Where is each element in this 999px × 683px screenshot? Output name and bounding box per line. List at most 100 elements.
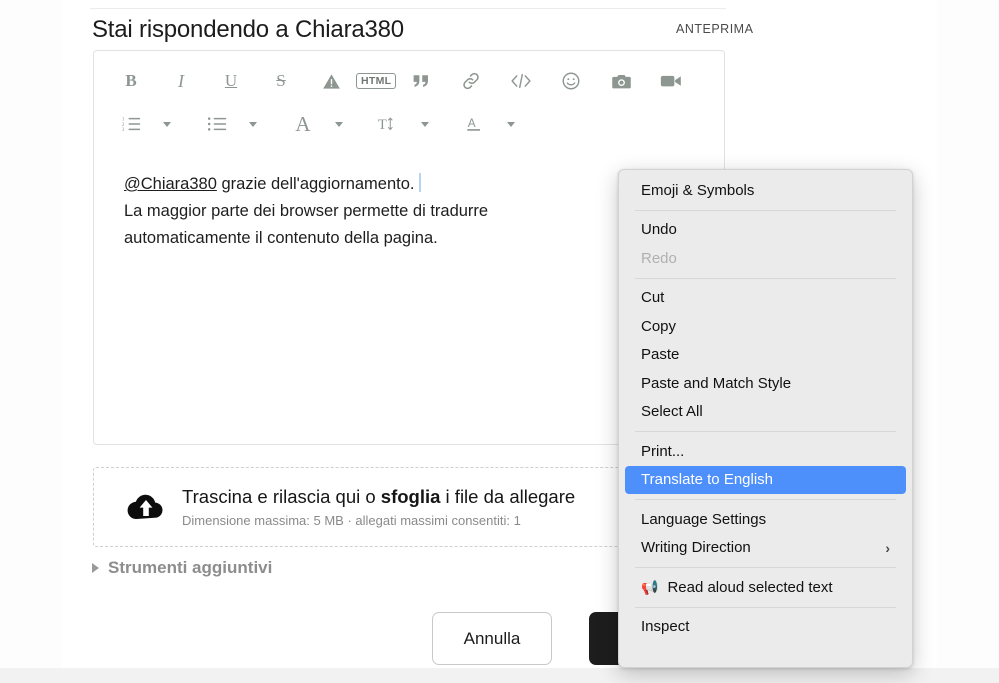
image-button[interactable] <box>596 64 646 98</box>
ctx-print-label: Print... <box>641 442 685 460</box>
quote-button[interactable] <box>396 64 446 98</box>
ctx-redo-label: Redo <box>641 249 677 267</box>
ctx-select-all[interactable]: Select All <box>625 398 906 427</box>
additional-tools-toggle[interactable]: Strumenti aggiuntivi <box>92 558 272 578</box>
bullet-list-group <box>192 107 264 141</box>
ctx-read-aloud-label: Read aloud selected text <box>667 578 833 596</box>
additional-tools-label: Strumenti aggiuntivi <box>108 558 273 577</box>
strikethrough-button[interactable]: S <box>256 64 306 98</box>
header-divider <box>90 8 726 9</box>
bullet-list-dropdown[interactable] <box>242 107 264 141</box>
underline-button[interactable]: U <box>206 64 256 98</box>
ctx-redo: Redo <box>625 244 906 273</box>
editor-line-3: automaticamente il contenuto della pagin… <box>124 229 438 247</box>
cancel-button[interactable]: Annulla <box>432 612 552 665</box>
format-toolbar-row-2: 123 A T A <box>94 104 724 144</box>
font-size-group: T <box>364 107 436 141</box>
page-title: Stai rispondendo a Chiara380 <box>92 16 404 43</box>
ctx-print[interactable]: Print... <box>625 437 906 466</box>
ordered-list-button[interactable]: 123 <box>106 107 156 141</box>
editor-line-1-rest: grazie dell'aggiornamento. <box>216 175 415 193</box>
video-camera-icon <box>661 75 682 87</box>
font-letter-a-icon: A <box>295 111 311 136</box>
editor-line-1: @Chiara380 grazie dell'aggiornamento. <box>124 171 696 198</box>
bold-button[interactable]: B <box>106 64 156 98</box>
preview-link[interactable]: ANTEPRIMA <box>676 22 753 36</box>
font-size-button[interactable]: T <box>364 107 414 141</box>
ctx-translate[interactable]: Translate to English <box>625 465 906 494</box>
megaphone-icon: 📢 <box>641 579 659 596</box>
context-menu-separator <box>635 606 896 608</box>
font-family-dropdown[interactable] <box>328 107 350 141</box>
font-color-button[interactable]: A <box>450 107 500 141</box>
ctx-undo[interactable]: Undo <box>625 216 906 245</box>
chevron-down-icon <box>249 121 257 127</box>
code-icon <box>511 73 531 89</box>
ctx-inspect[interactable]: Inspect <box>625 613 906 642</box>
page-bottom-band <box>0 668 999 683</box>
reply-textarea[interactable]: @Chiara380 grazie dell'aggiornamento. La… <box>124 171 696 252</box>
cloud-upload-icon <box>127 494 163 520</box>
spoiler-button[interactable] <box>306 64 356 98</box>
dropzone-title-post: i file da allegare <box>440 486 576 507</box>
code-button[interactable] <box>496 64 546 98</box>
svg-text:2: 2 <box>122 123 125 128</box>
page-root: Stai rispondendo a Chiara380 ANTEPRIMA B… <box>0 0 999 683</box>
format-toolbar-row-1: B I U S HTML <box>94 61 724 101</box>
ctx-paste-match-style[interactable]: Paste and Match Style <box>625 369 906 398</box>
context-menu-separator <box>635 209 896 211</box>
quote-icon <box>413 75 429 87</box>
camera-icon <box>612 74 631 88</box>
italic-button[interactable]: I <box>156 64 206 98</box>
font-size-dropdown[interactable] <box>414 107 436 141</box>
ctx-undo-label: Undo <box>641 221 677 239</box>
mention-link[interactable]: @Chiara380 <box>124 175 217 193</box>
ctx-writing-direction[interactable]: Writing Direction › <box>625 534 906 563</box>
bullet-list-button[interactable] <box>192 107 242 141</box>
page-gutter-right <box>937 0 999 672</box>
disclosure-triangle-icon <box>92 563 99 573</box>
ordered-list-icon: 123 <box>122 117 141 133</box>
context-menu-separator <box>635 431 896 432</box>
video-button[interactable] <box>646 64 696 98</box>
emoji-button[interactable] <box>546 64 596 98</box>
font-family-button[interactable]: A <box>278 107 328 141</box>
ctx-language-settings-label: Language Settings <box>641 510 767 528</box>
html-button[interactable]: HTML <box>356 64 397 98</box>
submenu-chevron-right-icon: › <box>885 539 890 556</box>
ctx-language-settings[interactable]: Language Settings <box>625 505 906 534</box>
dropzone-title-pre: Trascina e rilascia qui o <box>182 486 381 507</box>
ctx-paste-label: Paste <box>641 346 680 364</box>
text-size-icon: T <box>378 117 393 133</box>
browse-link[interactable]: sfoglia <box>381 486 441 507</box>
svg-text:T: T <box>378 117 387 133</box>
ordered-list-dropdown[interactable] <box>156 107 178 141</box>
ctx-copy-label: Copy <box>641 317 677 335</box>
chevron-down-icon <box>507 121 515 127</box>
ctx-emoji-symbols[interactable]: Emoji & Symbols <box>625 176 906 205</box>
warning-triangle-icon <box>322 73 340 89</box>
dropzone-text: Trascina e rilascia qui o sfoglia i file… <box>182 486 575 528</box>
font-color-group: A <box>450 107 522 141</box>
editor-line-2: La maggior parte dei browser permette di… <box>124 202 489 220</box>
ctx-copy[interactable]: Copy <box>625 312 906 341</box>
chevron-down-icon <box>163 121 171 127</box>
ctx-read-aloud[interactable]: 📢 Read aloud selected text <box>625 573 906 602</box>
dropzone-title: Trascina e rilascia qui o sfoglia i file… <box>182 486 575 508</box>
link-icon <box>463 72 480 90</box>
ctx-cut[interactable]: Cut <box>625 284 906 313</box>
smiley-icon <box>562 72 580 90</box>
ctx-emoji-symbols-label: Emoji & Symbols <box>641 181 755 199</box>
font-color-dropdown[interactable] <box>500 107 522 141</box>
ordered-list-group: 123 <box>106 107 178 141</box>
context-menu: Emoji & Symbols Undo Redo Cut Copy Paste Paste… <box>618 169 913 668</box>
bullet-list-icon <box>207 117 227 131</box>
html-label: HTML <box>356 73 397 89</box>
font-color-a-icon: A <box>467 116 480 131</box>
ctx-paste-match-style-label: Paste and Match Style <box>641 374 792 392</box>
ctx-paste[interactable]: Paste <box>625 341 906 370</box>
link-button[interactable] <box>446 64 496 98</box>
context-menu-separator <box>635 499 896 500</box>
text-cursor <box>418 173 421 192</box>
context-menu-separator <box>635 277 896 279</box>
